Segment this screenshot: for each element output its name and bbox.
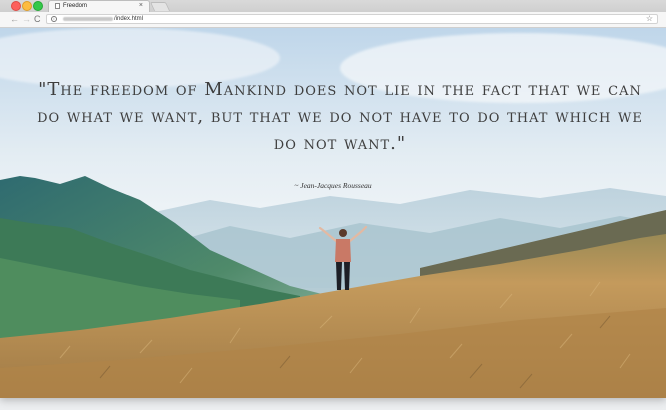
browser-toolbar: ← → C i /index.html ☆ bbox=[0, 12, 666, 28]
url-redacted bbox=[63, 17, 113, 21]
info-icon[interactable]: i bbox=[51, 16, 57, 22]
tab-close-icon[interactable]: × bbox=[139, 1, 143, 11]
back-arrow-icon[interactable]: ← bbox=[10, 13, 19, 25]
hero-quote: "The freedom of Mankind does not lie in … bbox=[37, 79, 643, 154]
tab-strip: Freedom × bbox=[0, 0, 666, 12]
browser-window: Freedom × ← → C i /index.html ☆ "The fre… bbox=[0, 0, 666, 398]
bookmark-star-icon[interactable]: ☆ bbox=[646, 14, 653, 23]
minimize-window-button[interactable] bbox=[22, 1, 32, 11]
page-viewport: "The freedom of Mankind does not lie in … bbox=[0, 28, 666, 398]
maximize-window-button[interactable] bbox=[33, 1, 43, 11]
url-text[interactable]: /index.html bbox=[114, 15, 143, 23]
page-icon bbox=[55, 3, 60, 9]
quote-author: ~ Jean-Jacques Rousseau bbox=[294, 181, 372, 190]
address-bar[interactable]: i /index.html ☆ bbox=[46, 14, 658, 24]
reload-icon[interactable]: C bbox=[34, 13, 41, 25]
new-tab-button[interactable] bbox=[149, 2, 171, 11]
tab-freedom[interactable]: Freedom × bbox=[48, 0, 150, 12]
tab-title: Freedom bbox=[63, 3, 88, 9]
forward-arrow-icon[interactable]: → bbox=[22, 13, 31, 25]
close-window-button[interactable] bbox=[11, 1, 21, 11]
